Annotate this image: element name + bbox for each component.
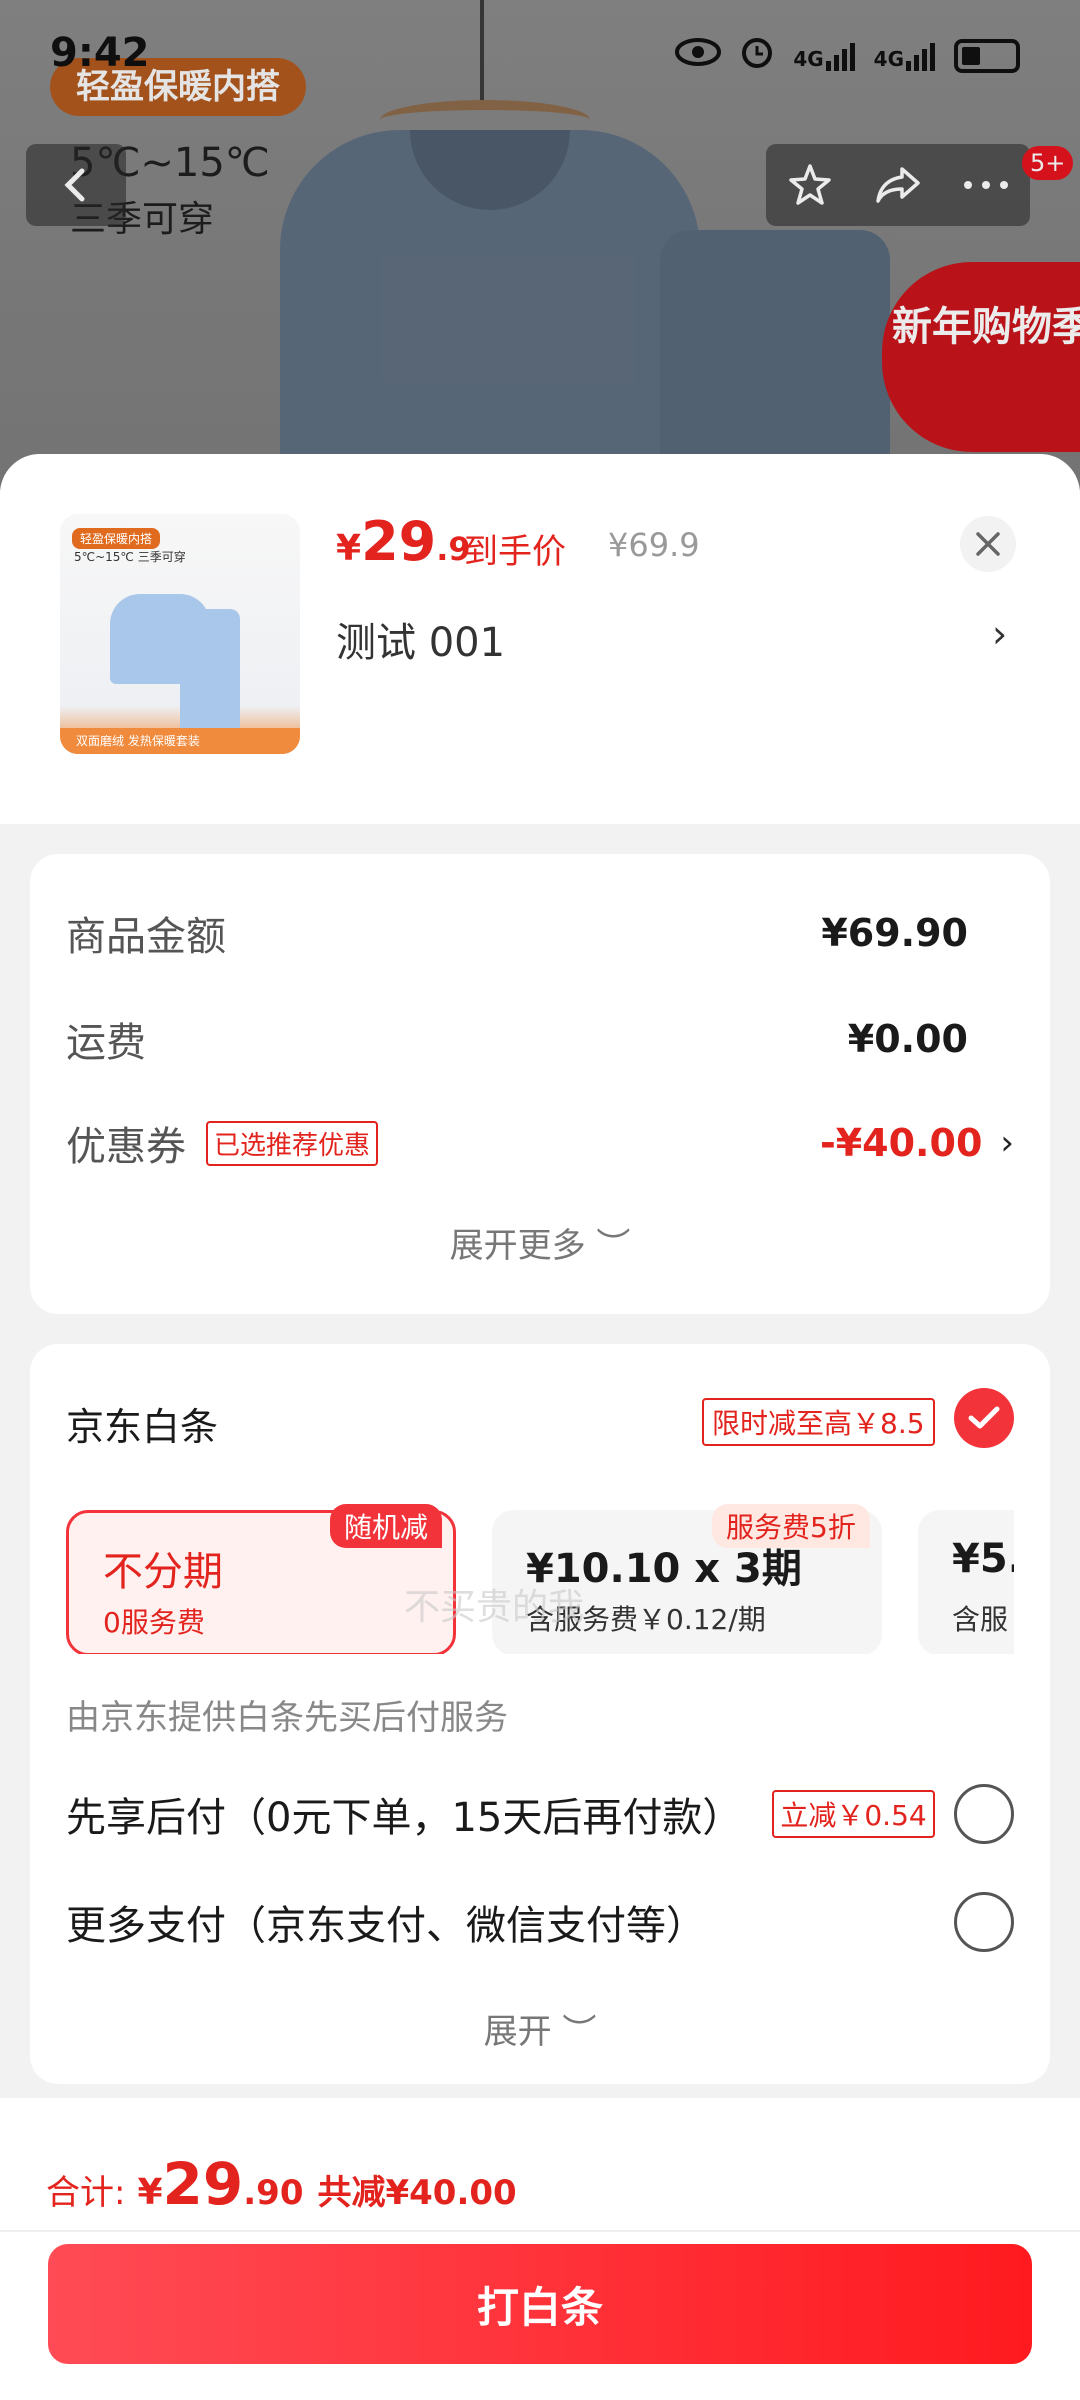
baitiao-title: 京东白条 — [66, 1405, 219, 1449]
shipping-label: 运费 — [66, 1020, 146, 1066]
plan-more-installments[interactable]: ¥5. 含服 — [918, 1510, 1014, 1654]
check-icon — [968, 1406, 1000, 1429]
divider — [0, 2230, 1080, 2232]
close-button[interactable] — [960, 516, 1016, 572]
product-thumbnail: 轻盈保暖内搭 5℃~15℃ 三季可穿 双面磨绒 发热保暖套装 — [60, 514, 300, 754]
plan-badge-fee-discount: 服务费5折 — [712, 1504, 870, 1548]
price-currency: ¥ — [336, 528, 362, 569]
checkout-bottom-bar: 合计: ¥ 29 .90 共减¥40.00 打白条 — [0, 2098, 1080, 2400]
sku-chevron-right-icon[interactable]: › — [992, 612, 1007, 656]
thumb-footer: 双面磨绒 发热保暖套装 — [60, 728, 300, 754]
pay-with-baitiao-button[interactable]: 打白条 — [48, 2244, 1032, 2364]
original-price: ¥69.9 — [608, 526, 700, 564]
plan-title: 不分期 — [103, 1549, 223, 1595]
payment-card: 京东白条 限时减至高￥8.5 不分期 0服务费 随机减 ¥10.10 x 3期 … — [30, 1344, 1050, 2084]
price-label: 到手价 — [464, 532, 566, 572]
baitiao-checkbox[interactable] — [954, 1388, 1014, 1448]
more-payment-label: 更多支付（京东支付、微信支付等） — [66, 1903, 706, 1949]
pay-later-option[interactable]: 先享后付（0元下单，15天后再付款） 立减￥0.54 — [66, 1784, 1014, 1844]
coupon-row[interactable]: 优惠券 已选推荐优惠 -¥40.00 › — [66, 1114, 1014, 1172]
total-integer: 29 — [162, 2150, 244, 2218]
thumb-pants — [180, 609, 240, 729]
more-payment-option[interactable]: 更多支付（京东支付、微信支付等） — [66, 1892, 1014, 1952]
total-saving: 共减¥40.00 — [317, 2173, 517, 2213]
watermark-text: 不买贵的我 — [404, 1587, 585, 1628]
price-integer: 29 — [361, 510, 437, 573]
coupon-chevron-right-icon[interactable]: › — [1000, 1123, 1014, 1163]
coupon-tag: 已选推荐优惠 — [206, 1120, 379, 1166]
modal-scrim[interactable] — [0, 0, 1080, 520]
more-payment-radio[interactable] — [954, 1892, 1014, 1952]
pay-later-discount-tag: 立减￥0.54 — [772, 1790, 935, 1838]
expand-more-button[interactable]: 展开更多 ︶ — [30, 1218, 1050, 1267]
plan-subtitle: 含服 — [952, 1603, 1009, 1636]
limit-discount-tag: 限时减至高￥8.5 — [702, 1398, 935, 1446]
pay-later-radio[interactable] — [954, 1784, 1014, 1844]
provider-note: 由京东提供白条先买后付服务 — [66, 1698, 508, 1738]
goods-amount-label: 商品金额 — [66, 914, 226, 960]
total-decimal: .90 — [243, 2173, 304, 2213]
sheet-header-strip — [30, 774, 1050, 824]
thumb-temp: 5℃~15℃ 三季可穿 — [74, 550, 186, 564]
expand-payment-button[interactable]: 展开 ︶ — [30, 2004, 1050, 2053]
shipping-value: ¥0.00 — [847, 1017, 968, 1061]
sheet-header: 轻盈保暖内搭 5℃~15℃ 三季可穿 双面磨绒 发热保暖套装 ¥ 29 .9 到… — [0, 454, 1080, 824]
amount-card: 商品金额 ¥69.90 运费 ¥0.00 优惠券 已选推荐优惠 -¥40.00 … — [30, 854, 1050, 1314]
goods-amount-value: ¥69.90 — [821, 911, 968, 955]
plan-badge-random: 随机减 — [330, 1504, 443, 1548]
final-price: ¥ 29 .9 — [336, 510, 471, 573]
thumb-tag: 轻盈保暖内搭 — [72, 528, 161, 549]
pay-later-label: 先享后付（0元下单，15天后再付款） — [66, 1795, 743, 1841]
shipping-row: 运费 ¥0.00 — [66, 1010, 1014, 1068]
plan-subtitle: 0服务费 — [103, 1606, 205, 1639]
total-currency: ¥ — [137, 2172, 163, 2213]
close-icon — [976, 532, 1000, 556]
total-price: 合计: ¥ 29 .90 共减¥40.00 — [46, 2150, 517, 2218]
sku-name[interactable]: 测试 001 — [336, 610, 505, 668]
total-label: 合计: — [46, 2173, 126, 2213]
coupon-label: 优惠券 — [66, 1124, 186, 1170]
goods-amount-row: 商品金额 ¥69.90 — [66, 904, 1014, 962]
coupon-value: -¥40.00 — [819, 1121, 983, 1165]
plan-title: ¥5. — [952, 1536, 1014, 1582]
